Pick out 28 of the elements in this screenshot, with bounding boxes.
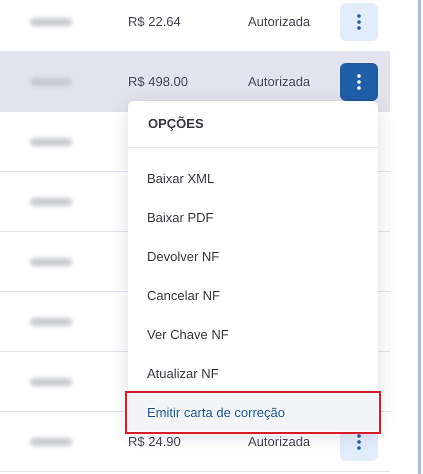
more-options-button[interactable] (340, 2, 378, 40)
menu-title: OPÇÕES (148, 115, 204, 134)
redacted-text (30, 378, 72, 386)
amount-text: R$ 24.90 (128, 434, 181, 449)
menu-item[interactable]: Emitir carta de correção (127, 393, 379, 432)
vertical-dots-icon (357, 74, 361, 90)
redacted-text (30, 438, 72, 446)
more-options-button[interactable] (340, 62, 378, 100)
menu-item[interactable]: Ver Chave NF (128, 315, 378, 354)
status-text: Autorizada (248, 74, 310, 89)
table-row[interactable]: R$ 22.64 Autorizada (0, 0, 390, 52)
amount-text: R$ 22.64 (128, 14, 181, 29)
menu-item[interactable]: Devolver NF (128, 237, 378, 276)
menu-item[interactable]: Atualizar NF (128, 354, 378, 393)
redacted-text (30, 318, 72, 326)
vertical-dots-icon (357, 434, 361, 450)
redacted-text (30, 138, 72, 146)
redacted-text (30, 258, 72, 266)
redacted-text (30, 78, 72, 86)
menu-item[interactable]: Baixar PDF (128, 198, 378, 237)
status-text: Autorizada (248, 14, 310, 29)
menu-item[interactable]: Baixar XML (128, 159, 378, 198)
redacted-text (30, 18, 72, 26)
menu-item[interactable]: Cancelar NF (128, 276, 378, 315)
status-text: Autorizada (248, 434, 310, 449)
redacted-text (30, 198, 72, 206)
vertical-dots-icon (357, 14, 361, 30)
amount-text: R$ 498.00 (128, 74, 188, 89)
